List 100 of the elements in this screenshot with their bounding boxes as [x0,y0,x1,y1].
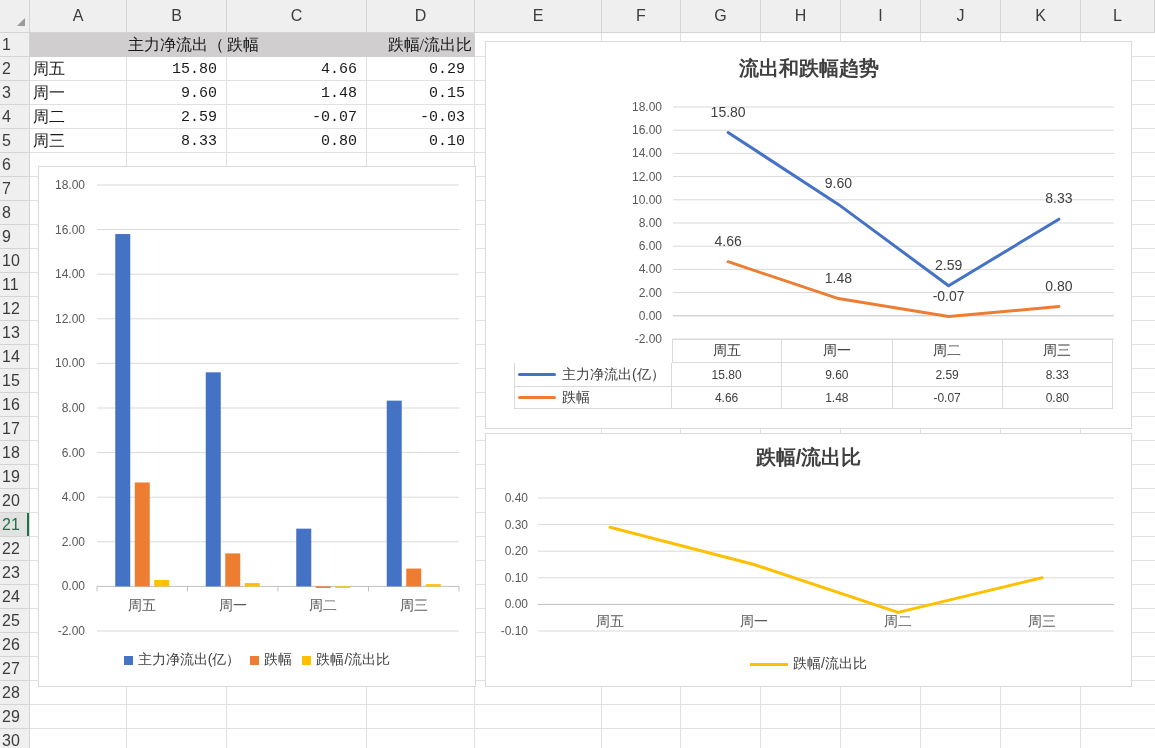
axis-label: 周二 [309,597,338,613]
table-cell: 15.80 [672,363,783,387]
row-header[interactable]: 18 [0,441,30,465]
axis-label: 2.00 [638,285,662,300]
table-cell-text: 15.80 [171,59,218,80]
table-cell-text: 0.15 [428,83,466,104]
table-cell-text: -0.03 [419,107,466,128]
chart-title: 流出和跌幅趋势 [738,55,879,81]
row-header[interactable]: 11 [0,273,30,297]
row-header[interactable]: 24 [0,585,30,609]
axis-label: 18.00 [631,100,662,114]
axis-label: 8.00 [61,401,85,415]
legend-label: 跌幅 [264,651,293,669]
axis-label: 周一 [740,613,768,629]
row-header[interactable]: 15 [0,369,30,393]
column-header[interactable]: E [475,0,602,33]
row-header[interactable]: 25 [0,609,30,633]
row-header[interactable]: 30 [0,729,30,748]
table-cell-text: 0.10 [428,131,466,152]
row-header[interactable]: 17 [0,417,30,441]
table-header-cell: 周三 [1002,339,1113,363]
table-header-cell: 周一 [782,339,893,363]
row-header[interactable]: 8 [0,201,30,225]
data-label: -0.07 [932,287,965,304]
axis-label: 0.40 [504,491,528,505]
chart-title: 跌幅/流出比 [755,444,862,470]
axis-label: 周三 [399,597,428,613]
row-header[interactable]: 3 [0,81,30,105]
table-cell: 8.33 [1002,363,1113,387]
column-header[interactable]: I [841,0,921,33]
axis-label: 4.00 [638,262,662,277]
table-header-cell: 周二 [892,339,1003,363]
row-header[interactable]: 29 [0,705,30,729]
table-cell: 主力净流出（ [127,33,227,57]
axis-label: -2.00 [57,624,85,638]
row-header[interactable]: 20 [0,489,30,513]
bar [425,584,441,587]
row-header[interactable]: 10 [0,249,30,273]
table-cell-text: 周三 [32,130,66,151]
column-header[interactable]: C [227,0,367,33]
row-header[interactable]: 7 [0,177,30,201]
axis-label: -2.00 [634,332,662,346]
bar [244,583,260,587]
axis-label: 16.00 [631,123,662,138]
axis-label: 周三 [1028,613,1056,629]
row-header[interactable]: 21 [0,513,30,537]
axis-label: 12.00 [631,169,662,184]
row-header[interactable]: 22 [0,537,30,561]
row-header[interactable]: 6 [0,153,30,177]
legend-label: 跌幅/流出比 [793,655,867,673]
column-header[interactable]: B [127,0,227,33]
row-header[interactable]: 4 [0,105,30,129]
axis-label: 周二 [884,613,912,629]
row-header[interactable]: 9 [0,225,30,249]
axis-label: 8.00 [638,216,662,230]
row-header[interactable]: 23 [0,561,30,585]
row-header[interactable]: 26 [0,633,30,657]
row-header[interactable]: 14 [0,345,30,369]
column-header[interactable]: J [921,0,1001,33]
axis-label: 14.00 [54,267,85,282]
axis-label: 10.00 [631,192,662,207]
table-cell-text: 1.48 [320,83,358,104]
data-label: 15.80 [710,103,746,120]
table-cell-text: 周二 [32,106,66,127]
row-header[interactable]: 16 [0,393,30,417]
table-cell-text: 9.60 [180,83,218,104]
axis-label: 14.00 [631,146,662,161]
column-header[interactable]: D [367,0,475,33]
row-header[interactable]: 13 [0,321,30,345]
legend-label: 主力净流出(亿） [562,365,665,384]
row-header[interactable]: 27 [0,657,30,681]
table-cell-text: -0.07 [311,107,358,128]
axis-label: 16.00 [54,222,85,237]
row-header[interactable]: 2 [0,57,30,81]
bar [225,553,241,587]
row-header[interactable]: 12 [0,297,30,321]
data-label: 9.60 [824,175,852,192]
axis-label: 12.00 [54,311,85,326]
row-header[interactable]: 1 [0,33,30,57]
data-label: 1.48 [824,269,852,286]
row-header[interactable]: 5 [0,129,30,153]
bar [406,568,422,587]
axis-label: 周五 [128,597,157,613]
axis-label: 0.20 [504,544,528,559]
column-header[interactable]: G [681,0,761,33]
column-header[interactable]: H [761,0,841,33]
row-header[interactable]: 19 [0,465,30,489]
axis-label: 18.00 [54,178,85,192]
column-header[interactable]: F [602,0,681,33]
table-cell: 0.80 [1002,387,1113,409]
legend-label: 跌幅/流出比 [316,651,391,669]
column-header[interactable]: L [1081,0,1155,33]
column-header[interactable]: A [30,0,127,33]
table-header-cell: 周五 [672,339,783,363]
row-header[interactable]: 28 [0,681,30,705]
table-cell-text: 周一 [32,82,66,103]
column-header[interactable]: K [1001,0,1081,33]
axis-label: 0.30 [504,517,528,532]
axis-label: 4.00 [61,490,85,505]
bar [296,528,312,587]
